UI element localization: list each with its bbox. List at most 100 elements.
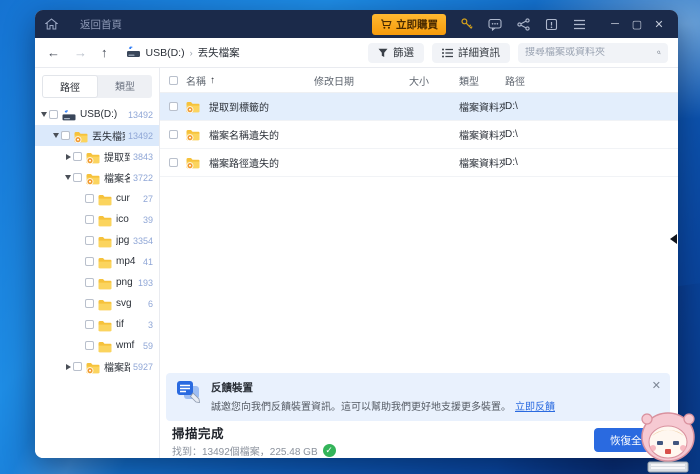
row-checkbox[interactable] — [169, 130, 178, 139]
filter-button[interactable]: 篩選 — [368, 42, 424, 63]
file-name: 檔案路徑遺失的 — [209, 159, 279, 170]
tree-item[interactable]: 丟失檔案13492 — [35, 125, 159, 146]
tree-item[interactable]: 檔案路徑遺失的5927 — [35, 356, 159, 377]
search-icon[interactable] — [657, 47, 661, 58]
row-checkbox[interactable] — [169, 102, 178, 111]
breadcrumb: USB(D:) › 丟失檔案 — [126, 45, 240, 60]
tree-item-checkbox[interactable] — [73, 152, 82, 161]
expand-right-icon[interactable] — [63, 363, 73, 370]
file-path: D:\ — [505, 101, 518, 112]
table-header: 名稱 ↑ 修改日期 大小 類型 路徑 — [160, 68, 678, 93]
tree-item-label: mp4 — [116, 256, 136, 267]
column-header-type[interactable]: 類型 — [459, 73, 505, 88]
tree-item-checkbox[interactable] — [85, 278, 94, 287]
column-header-modified[interactable]: 修改日期 — [314, 73, 409, 88]
folder-icon — [98, 214, 112, 226]
scan-status-title: 掃描完成 — [172, 426, 225, 441]
details-list-icon — [442, 48, 453, 57]
license-key-icon[interactable] — [460, 17, 474, 31]
tree-item[interactable]: svg 6 — [35, 293, 159, 314]
app-window: 返回首頁 立即購買 ─ ▢ ✕ ← → ↑ USB(D:) › 丟失檔案 篩選 … — [35, 10, 678, 458]
live-chat-icon[interactable] — [488, 17, 502, 31]
row-checkbox[interactable] — [169, 158, 178, 167]
feedback-close-icon[interactable]: ✕ — [652, 379, 661, 392]
home-icon — [45, 18, 58, 30]
tree-item-count: 5927 — [132, 361, 153, 372]
breadcrumb-drive[interactable]: USB(D:) — [146, 47, 185, 59]
tree-item[interactable]: wmf 59 — [35, 335, 159, 356]
tree-item-checkbox[interactable] — [73, 362, 82, 371]
tree-item-count: 13492 — [127, 130, 153, 141]
up-button[interactable]: ↑ — [101, 45, 108, 60]
panel-collapse-handle[interactable] — [668, 228, 678, 250]
back-to-home-label[interactable]: 返回首頁 — [80, 17, 122, 32]
tree-item-label: 檔案名稱遺失的 — [104, 174, 130, 185]
watermark-sticker — [641, 412, 695, 473]
tree-item-checkbox[interactable] — [73, 173, 82, 182]
folder-icon — [98, 235, 112, 247]
feedback-link[interactable]: 立即反饋 — [515, 402, 555, 413]
package-info-icon[interactable] — [544, 17, 558, 31]
folder-lost-icon — [86, 172, 100, 185]
breadcrumb-folder[interactable]: 丟失檔案 — [198, 45, 240, 60]
expand-down-icon[interactable] — [39, 112, 49, 117]
back-button[interactable]: ← — [47, 45, 60, 60]
tree-item-checkbox[interactable] — [85, 215, 94, 224]
tree-item[interactable]: USB(D:) 13492 — [35, 104, 159, 125]
tree-item-label: ico — [116, 214, 129, 225]
tree-item-checkbox[interactable] — [85, 194, 94, 203]
tree-item-checkbox[interactable] — [85, 341, 94, 350]
tree-item-checkbox[interactable] — [61, 131, 70, 140]
tree-item[interactable]: mp4 41 — [35, 251, 159, 272]
sidebar-tab-type[interactable]: 類型 — [98, 75, 152, 98]
column-header-name[interactable]: 名稱 ↑ — [186, 73, 314, 88]
tree-item[interactable]: tif 3 — [35, 314, 159, 335]
close-button[interactable]: ✕ — [648, 14, 670, 34]
search-input[interactable] — [525, 47, 657, 58]
expand-down-icon[interactable] — [51, 133, 61, 138]
tree-item-count: 3843 — [132, 151, 153, 162]
file-row[interactable]: 檔案路徑遺失的 檔案資料夾 D:\ — [160, 149, 678, 177]
file-row[interactable]: 檔案名稱遺失的 檔案資料夾 D:\ — [160, 121, 678, 149]
usb-drive-icon — [126, 46, 140, 57]
tree-item-checkbox[interactable] — [85, 299, 94, 308]
forward-button[interactable]: → — [74, 45, 87, 60]
menu-icon[interactable] — [572, 17, 586, 31]
buy-now-label: 立即購買 — [396, 18, 438, 31]
details-button[interactable]: 詳細資訊 — [432, 42, 510, 63]
tree-item[interactable]: 檔案名稱遺失的3722 — [35, 167, 159, 188]
select-all-checkbox[interactable] — [169, 75, 178, 85]
buy-now-button[interactable]: 立即購買 — [372, 13, 446, 35]
tree-item-label: wmf — [116, 340, 135, 351]
tree-item-label: jpg — [116, 235, 130, 246]
sidebar-tab-path[interactable]: 路徑 — [42, 75, 98, 98]
tree-item[interactable]: cur 27 — [35, 188, 159, 209]
feedback-device-icon — [177, 381, 200, 403]
tree-item[interactable]: jpg 3354 — [35, 230, 159, 251]
tree-item-checkbox[interactable] — [49, 110, 58, 119]
minimize-button[interactable]: ─ — [604, 14, 626, 34]
folder-lost-icon — [186, 101, 200, 113]
tree-item-count: 3354 — [132, 235, 153, 246]
sort-ascending-icon[interactable]: ↑ — [210, 75, 215, 86]
tree-item-checkbox[interactable] — [85, 320, 94, 329]
filter-label: 篩選 — [393, 47, 414, 59]
tree-item[interactable]: png 193 — [35, 272, 159, 293]
name-header-label: 名稱 — [186, 76, 206, 88]
column-header-size[interactable]: 大小 — [409, 73, 459, 88]
tree-item-checkbox[interactable] — [85, 257, 94, 266]
expand-down-icon[interactable] — [63, 175, 73, 180]
tree-item[interactable]: ico 39 — [35, 209, 159, 230]
expand-right-icon[interactable] — [63, 153, 73, 160]
file-row[interactable]: 提取到標籤的 檔案資料夾 D:\ — [160, 93, 678, 121]
share-icon[interactable] — [516, 17, 530, 31]
column-header-path[interactable]: 路徑 — [505, 73, 678, 88]
tree-item-checkbox[interactable] — [85, 236, 94, 245]
home-button[interactable] — [45, 18, 58, 30]
search-box — [518, 42, 668, 63]
tree-item-label: 檔案路徑遺失的 — [104, 363, 130, 374]
maximize-button[interactable]: ▢ — [626, 14, 648, 34]
tree-item[interactable]: 提取到標籤的3843 — [35, 146, 159, 167]
navigation-toolbar: ← → ↑ USB(D:) › 丟失檔案 篩選 詳細資訊 — [35, 38, 678, 68]
file-type: 檔案資料夾 — [459, 103, 505, 114]
